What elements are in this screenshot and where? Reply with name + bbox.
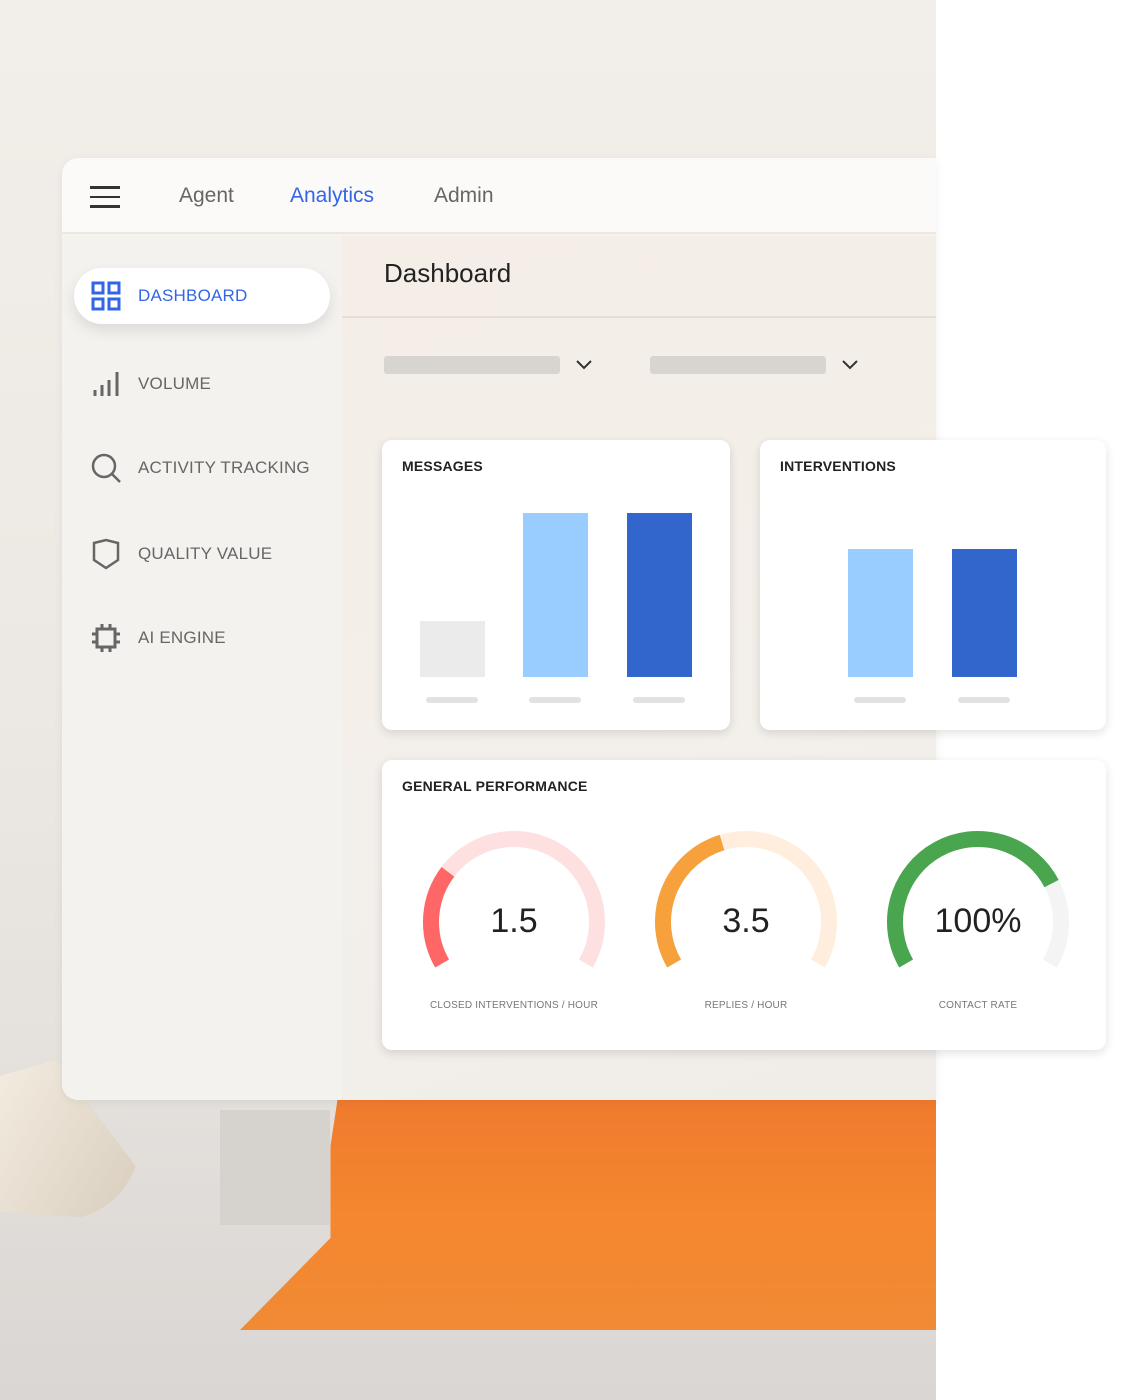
- chip-icon: [92, 624, 120, 652]
- bar: [848, 549, 913, 677]
- tab-agent[interactable]: Agent: [179, 184, 234, 208]
- concrete-block: [220, 1110, 330, 1225]
- sidebar-item-activity-tracking[interactable]: ACTIVITY TRACKING: [74, 440, 330, 496]
- card-title: INTERVENTIONS: [780, 458, 896, 474]
- category-label-placeholder: [958, 697, 1010, 703]
- search-icon: [91, 453, 121, 483]
- sidebar-item-ai-engine[interactable]: AI ENGINE: [74, 610, 330, 666]
- category-label-placeholder: [854, 697, 906, 703]
- gauge-caption: REPLIES / HOUR: [704, 1000, 788, 1011]
- bar: [523, 513, 588, 677]
- sidebar-item-label: ACTIVITY TRACKING: [138, 458, 310, 477]
- page-title: Dashboard: [384, 258, 512, 288]
- interventions-card: INTERVENTIONS: [760, 440, 1106, 730]
- gauge-value: 3.5: [722, 902, 770, 940]
- filter-dropdown-2[interactable]: [650, 356, 826, 374]
- category-label-placeholder: [426, 697, 478, 703]
- category-label-placeholder: [633, 697, 685, 703]
- bar: [420, 621, 485, 677]
- tab-analytics[interactable]: Analytics: [290, 184, 374, 208]
- category-label-placeholder: [529, 697, 581, 703]
- sidebar-item-label: QUALITY VALUE: [138, 544, 273, 563]
- gauge-caption: CLOSED INTERVENTIONS / HOUR: [429, 1000, 599, 1011]
- bar-signal-icon: [93, 372, 119, 396]
- chevron-down-icon[interactable]: [574, 354, 594, 374]
- grid-icon: [91, 281, 121, 311]
- card-title: MESSAGES: [402, 458, 483, 474]
- divider: [342, 316, 936, 318]
- gauge-value: 100%: [934, 902, 1022, 940]
- orange-rug: [240, 1100, 936, 1330]
- sidebar-item-volume[interactable]: VOLUME: [74, 356, 330, 412]
- sidebar-item-dashboard[interactable]: DASHBOARD: [74, 268, 330, 324]
- sidebar-item-label: DASHBOARD: [138, 286, 248, 305]
- bar: [627, 513, 692, 677]
- bar: [952, 549, 1017, 677]
- chevron-down-icon[interactable]: [840, 354, 860, 374]
- sidebar-item-quality-value[interactable]: QUALITY VALUE: [74, 526, 330, 582]
- messages-card: MESSAGES: [382, 440, 730, 730]
- top-nav: Agent Analytics Admin: [62, 158, 936, 234]
- shield-icon: [92, 538, 120, 570]
- sidebar: DASHBOARD VOLUME ACTIVITY TRACKING QUALI…: [62, 236, 342, 1100]
- general-performance-card: GENERAL PERFORMANCE 1.5 CLOSED INTERVENTI…: [382, 760, 1106, 1050]
- sidebar-item-label: AI ENGINE: [138, 628, 226, 647]
- hamburger-icon[interactable]: [90, 186, 120, 208]
- tab-admin[interactable]: Admin: [434, 184, 494, 208]
- filter-dropdown-1[interactable]: [384, 356, 560, 374]
- gauge-caption: CONTACT RATE: [938, 1000, 1018, 1011]
- sidebar-item-label: VOLUME: [138, 374, 211, 393]
- gauge-value: 1.5: [490, 902, 538, 940]
